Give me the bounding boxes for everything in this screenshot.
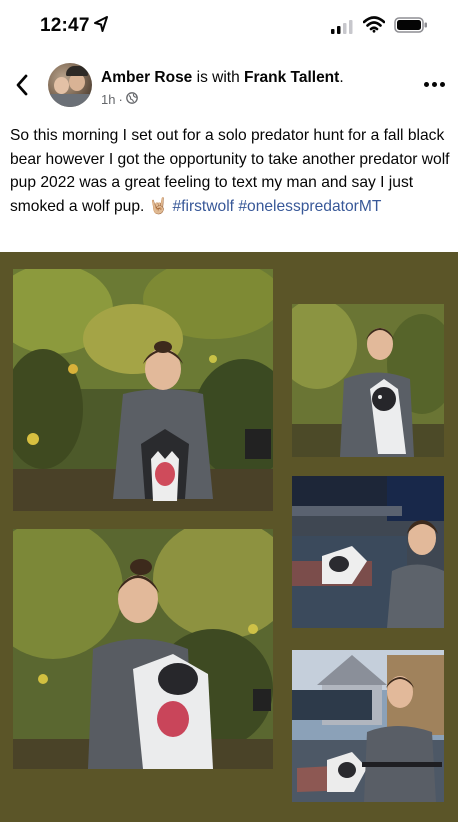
status-bar: 12:47 <box>0 0 458 52</box>
hashtag-firstwolf[interactable]: #firstwolf <box>172 198 234 215</box>
tagged-user-link[interactable]: Frank Tallent <box>244 69 339 86</box>
battery-icon <box>394 17 428 38</box>
wifi-icon <box>362 16 386 38</box>
status-time: 12:47 <box>40 15 90 36</box>
photo-collage <box>0 252 458 822</box>
photo-4[interactable] <box>13 529 273 769</box>
globe-icon <box>125 92 138 107</box>
meta-separator: · <box>118 92 123 107</box>
author-name-link[interactable]: Amber Rose <box>101 69 192 86</box>
photo-1[interactable] <box>13 269 273 511</box>
location-arrow-icon <box>93 15 109 38</box>
more-options-button[interactable] <box>424 80 446 90</box>
hashtag-onelesspredator[interactable]: #onelesspredatorMT <box>238 198 381 215</box>
author-avatar[interactable] <box>48 63 92 107</box>
post-author-line: Amber Rose is with Frank Tallent. <box>101 69 344 87</box>
with-connector: is with <box>192 69 244 86</box>
post-meta: 1h · <box>101 92 138 107</box>
end-punct: . <box>339 69 344 86</box>
photo-5[interactable] <box>292 650 444 802</box>
post-time[interactable]: 1h <box>101 92 115 107</box>
cellular-signal-icon <box>331 20 353 39</box>
post-caption: So this morning I set out for a solo pre… <box>10 124 450 218</box>
photo-3[interactable] <box>292 476 444 628</box>
back-button[interactable] <box>10 70 34 100</box>
chevron-left-icon <box>16 74 28 96</box>
photo-2[interactable] <box>292 304 444 457</box>
rock-on-emoji: 🤘🏼 <box>148 197 169 215</box>
